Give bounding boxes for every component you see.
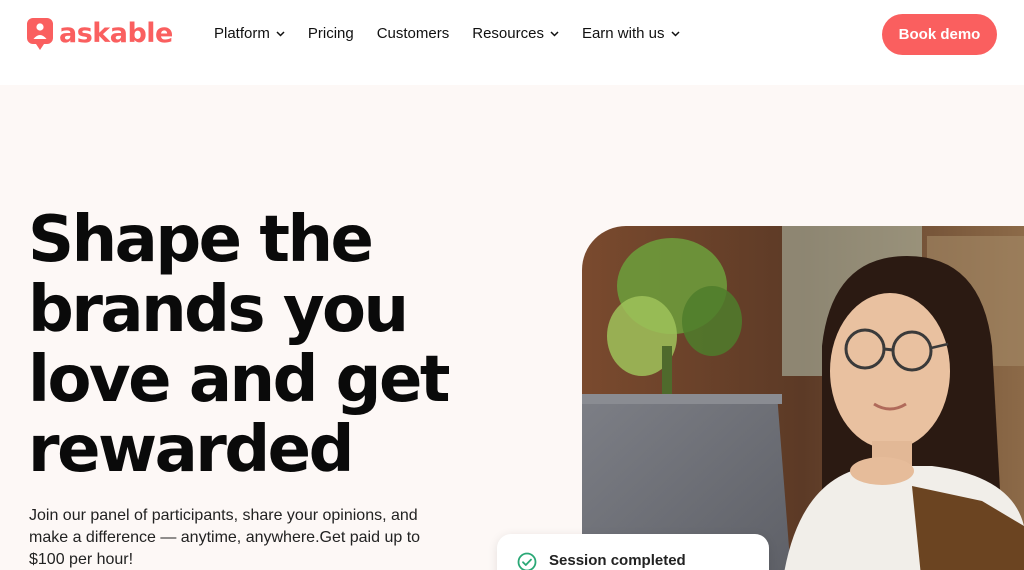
hero-headline: Shape the brands you love and get reward… xyxy=(28,205,488,485)
chevron-down-icon xyxy=(670,31,680,37)
nav-customers-label: Customers xyxy=(376,25,450,42)
nav-platform-label: Platform xyxy=(214,25,270,42)
nav-earn-with-us-label: Earn with us xyxy=(581,25,665,42)
check-circle-icon xyxy=(517,552,537,570)
chevron-down-icon xyxy=(276,31,285,37)
hero-section: Shape the brands you love and get reward… xyxy=(0,85,1024,570)
askable-logo[interactable]: askable xyxy=(27,17,173,51)
headline-line-4: rewarded xyxy=(28,413,354,487)
chevron-down-icon xyxy=(550,31,559,37)
hero-photo xyxy=(582,226,1024,570)
nav-pricing-label: Pricing xyxy=(307,25,354,42)
book-demo-button[interactable]: Book demo xyxy=(882,14,997,55)
nav-earn-with-us[interactable]: Earn with us xyxy=(582,24,680,44)
toast-label: Session completed xyxy=(549,552,686,569)
nav-resources[interactable]: Resources xyxy=(472,24,559,44)
nav-resources-label: Resources xyxy=(472,25,544,42)
main-nav: Platform Pricing Customers Resources Ear… xyxy=(214,24,703,44)
headline-line-3: love and get xyxy=(28,343,450,417)
headline-line-1: Shape the xyxy=(28,203,374,277)
session-toast: Session completed xyxy=(497,534,769,570)
askable-logo-icon xyxy=(27,17,53,51)
logo-wordmark: askable xyxy=(59,18,173,49)
nav-platform[interactable]: Platform xyxy=(214,24,285,44)
site-header: askable Platform Pricing Customers Resou… xyxy=(0,0,1024,85)
hero-subtext: Join our panel of participants, share yo… xyxy=(29,507,421,568)
headline-line-2: brands you xyxy=(28,273,409,347)
nav-pricing[interactable]: Pricing xyxy=(308,24,354,44)
nav-customers[interactable]: Customers xyxy=(377,24,450,44)
